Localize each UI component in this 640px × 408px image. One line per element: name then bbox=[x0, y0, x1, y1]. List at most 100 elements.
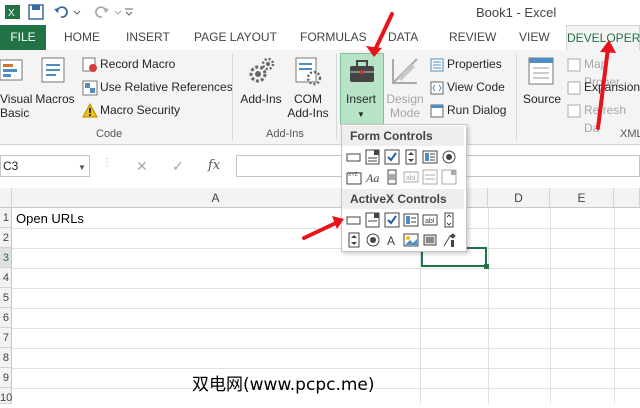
design-mode-label[interactable]: Design Mode bbox=[384, 92, 426, 120]
activex-text-box-icon[interactable]: abl bbox=[422, 212, 438, 228]
row-header[interactable]: 8 bbox=[0, 348, 12, 368]
row-header[interactable]: 1 bbox=[0, 208, 12, 228]
row-header[interactable]: 6 bbox=[0, 308, 12, 328]
record-macro-icon[interactable] bbox=[82, 57, 98, 73]
row-header[interactable]: 9 bbox=[0, 368, 12, 388]
column-header[interactable]: D bbox=[488, 188, 550, 208]
form-group-box-icon[interactable]: XYZ bbox=[346, 169, 362, 185]
tab-page-layout[interactable]: PAGE LAYOUT bbox=[194, 30, 277, 44]
activex-list-box-icon[interactable] bbox=[403, 212, 419, 228]
macros-icon[interactable] bbox=[40, 56, 68, 86]
properties-button[interactable]: Properties bbox=[447, 55, 502, 73]
group-divider bbox=[516, 54, 517, 140]
form-checkbox-icon[interactable] bbox=[384, 149, 400, 165]
form-option-button-icon[interactable] bbox=[441, 149, 457, 165]
form-text-field-icon[interactable]: abl bbox=[403, 169, 419, 185]
visual-basic-icon[interactable] bbox=[0, 56, 26, 84]
macros-label[interactable]: Macros bbox=[34, 92, 76, 106]
view-code-icon[interactable] bbox=[430, 81, 444, 95]
formula-bar: C3 ▼ ⋮ ✕ ✓ fx bbox=[0, 145, 640, 187]
redo-dropdown-icon[interactable] bbox=[113, 3, 123, 21]
customize-qat-icon[interactable] bbox=[123, 3, 135, 21]
form-label-icon[interactable]: Aa bbox=[365, 169, 383, 185]
row-header[interactable]: 3 bbox=[0, 248, 12, 268]
column-header-partial[interactable] bbox=[614, 188, 640, 208]
com-add-ins-label[interactable]: COM Add-Ins bbox=[286, 92, 330, 120]
name-box[interactable]: C3 bbox=[0, 155, 90, 177]
gear-icon[interactable] bbox=[247, 56, 275, 86]
name-box-dropdown-icon[interactable]: ▼ bbox=[78, 163, 86, 172]
properties-icon[interactable] bbox=[430, 58, 444, 72]
form-combo-drop-down-edit-icon[interactable] bbox=[441, 169, 457, 185]
form-combo-box-icon[interactable] bbox=[365, 149, 381, 165]
activex-image-icon[interactable] bbox=[403, 232, 419, 248]
add-ins-group-label: Add-Ins bbox=[266, 128, 304, 140]
design-mode-icon[interactable] bbox=[390, 56, 420, 86]
tab-insert[interactable]: INSERT bbox=[126, 30, 170, 44]
activex-more-controls-icon[interactable] bbox=[441, 232, 457, 248]
fill-handle[interactable] bbox=[484, 264, 489, 269]
com-add-ins-icon[interactable] bbox=[294, 56, 322, 86]
activex-spin-button-icon[interactable] bbox=[346, 232, 362, 248]
map-properties-icon[interactable] bbox=[567, 58, 581, 72]
group-divider bbox=[232, 54, 233, 140]
row-header[interactable]: 10 bbox=[0, 388, 12, 404]
insert-function-icon[interactable]: fx bbox=[208, 158, 220, 173]
view-code-button[interactable]: View Code bbox=[447, 78, 505, 96]
add-ins-label[interactable]: Add-Ins bbox=[238, 92, 284, 106]
svg-text:abl: abl bbox=[425, 218, 435, 225]
row-header[interactable]: 5 bbox=[0, 288, 12, 308]
relative-references-icon[interactable] bbox=[82, 80, 98, 96]
form-combo-list-edit-icon[interactable] bbox=[422, 169, 438, 185]
row-header[interactable]: 4 bbox=[0, 268, 12, 288]
activex-checkbox-icon[interactable] bbox=[384, 212, 400, 228]
undo-dropdown-icon[interactable] bbox=[72, 3, 82, 21]
select-all-corner[interactable] bbox=[0, 188, 12, 208]
redo-icon[interactable] bbox=[93, 3, 111, 21]
tab-view[interactable]: VIEW bbox=[519, 30, 550, 44]
refresh-data-icon[interactable] bbox=[567, 104, 581, 118]
expansion-packs-icon[interactable] bbox=[567, 81, 581, 95]
cell-a1[interactable]: Open URLs bbox=[16, 211, 84, 226]
visual-basic-label[interactable]: Visual Basic bbox=[0, 92, 32, 120]
column-header[interactable]: E bbox=[550, 188, 614, 208]
relative-references-button[interactable]: Use Relative References bbox=[100, 78, 233, 96]
run-dialog-icon[interactable] bbox=[430, 104, 444, 118]
form-scroll-bar-icon[interactable] bbox=[384, 169, 400, 185]
activex-option-button-icon[interactable] bbox=[365, 232, 381, 248]
svg-text:Aa: Aa bbox=[365, 171, 379, 185]
run-dialog-button[interactable]: Run Dialog bbox=[447, 101, 506, 119]
excel-logo-icon[interactable]: X bbox=[4, 3, 22, 21]
row-gridline bbox=[12, 328, 640, 329]
toolbox-icon[interactable] bbox=[348, 58, 376, 86]
form-list-box-icon[interactable] bbox=[422, 149, 438, 165]
warning-icon[interactable] bbox=[82, 102, 98, 119]
svg-text:abl: abl bbox=[406, 175, 416, 182]
tab-file[interactable]: FILE bbox=[0, 25, 46, 50]
activex-label-icon[interactable]: A bbox=[384, 232, 400, 248]
macro-security-button[interactable]: Macro Security bbox=[100, 101, 180, 119]
source-label[interactable]: Source bbox=[520, 92, 564, 106]
undo-icon[interactable] bbox=[52, 3, 70, 21]
insert-dropdown-caret-icon[interactable]: ▼ bbox=[343, 108, 379, 122]
save-icon[interactable] bbox=[27, 3, 45, 21]
tab-review[interactable]: REVIEW bbox=[449, 30, 496, 44]
tab-home[interactable]: HOME bbox=[64, 30, 100, 44]
form-spin-button-icon[interactable] bbox=[403, 149, 419, 165]
formula-bar-handle-icon[interactable]: ⋮ bbox=[102, 157, 112, 168]
activex-scroll-bar-icon[interactable] bbox=[441, 212, 457, 228]
activex-combo-box-icon[interactable] bbox=[365, 212, 381, 228]
enter-icon[interactable]: ✓ bbox=[172, 158, 184, 175]
insert-label[interactable]: Insert bbox=[340, 92, 382, 106]
cancel-icon[interactable]: ✕ bbox=[136, 158, 148, 175]
row-gridline bbox=[12, 308, 640, 309]
record-macro-button[interactable]: Record Macro bbox=[100, 55, 175, 73]
row-header[interactable]: 7 bbox=[0, 328, 12, 348]
annotation-arrow-insert-icon bbox=[366, 12, 394, 57]
row-header[interactable]: 2 bbox=[0, 228, 12, 248]
form-button-icon[interactable] bbox=[346, 149, 362, 165]
tab-formulas[interactable]: FORMULAS bbox=[300, 30, 367, 44]
activex-command-button-icon[interactable] bbox=[346, 212, 362, 228]
xml-source-icon[interactable] bbox=[527, 56, 555, 86]
activex-toggle-button-icon[interactable] bbox=[422, 232, 438, 248]
